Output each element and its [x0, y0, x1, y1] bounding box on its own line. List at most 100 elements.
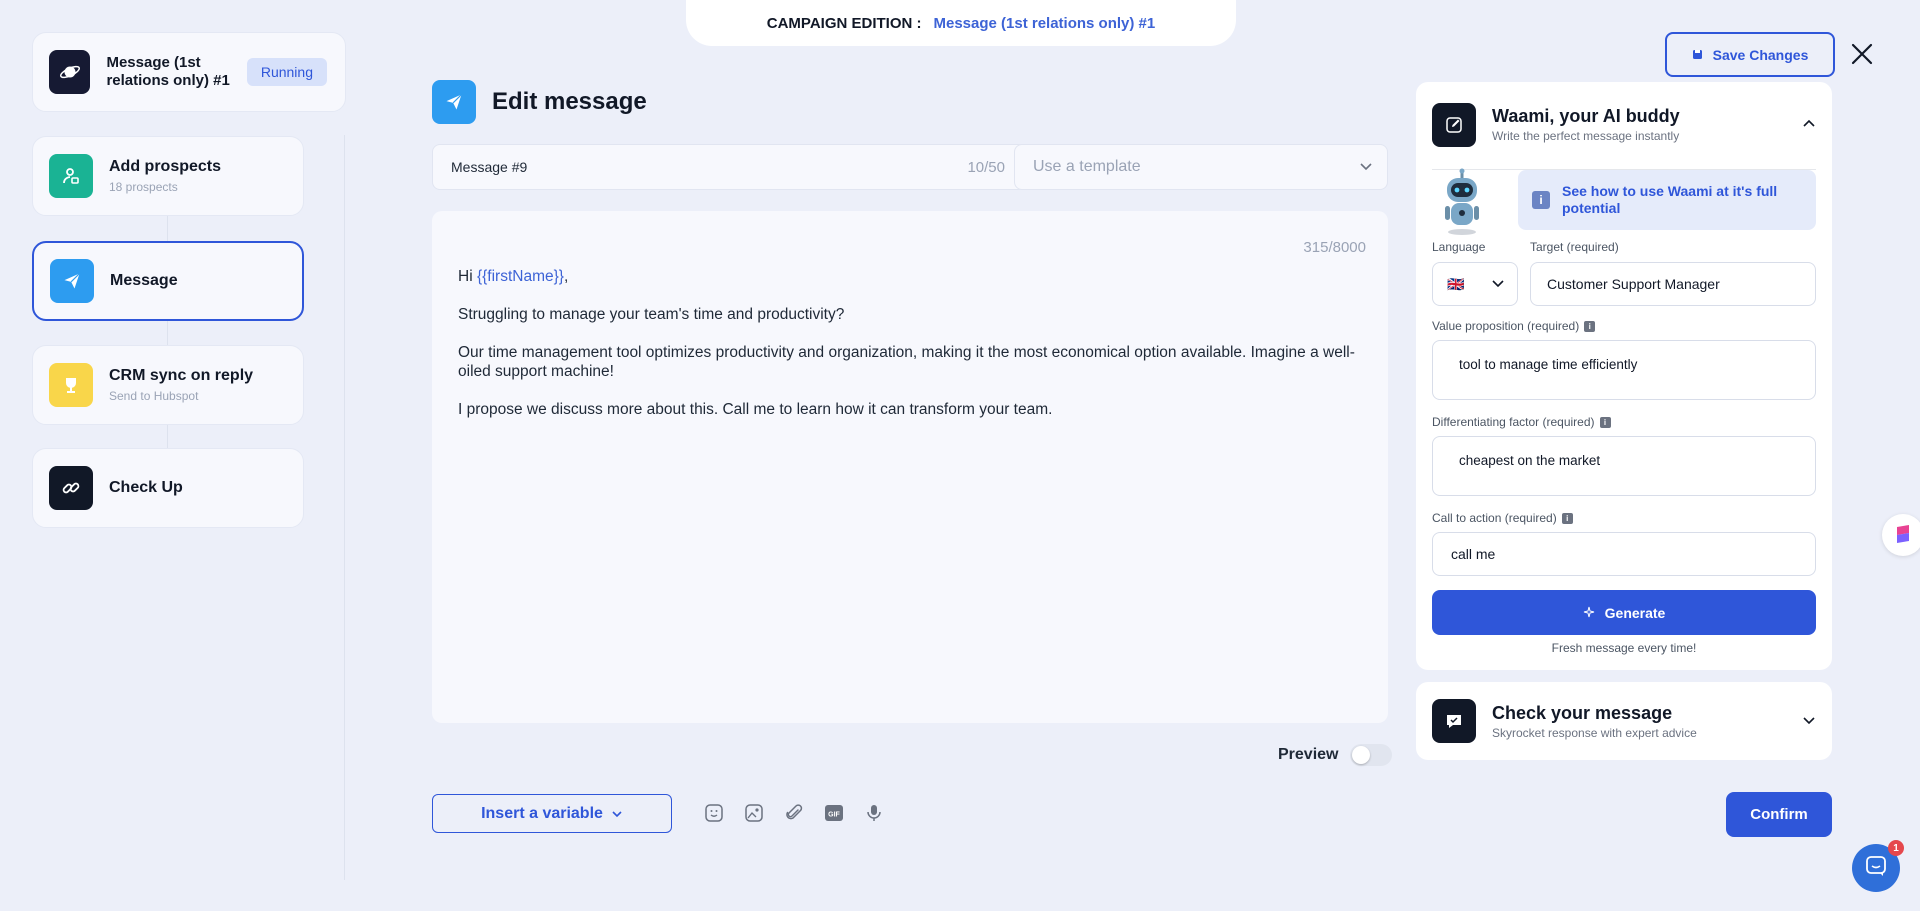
diff-value: cheapest on the market: [1459, 453, 1601, 468]
chevron-down-icon: [1491, 275, 1505, 293]
close-icon[interactable]: [1850, 42, 1874, 66]
chat-icon: [1865, 855, 1887, 882]
chat-check-icon: [1432, 699, 1476, 743]
insert-variable-button[interactable]: Insert a variable: [432, 794, 672, 833]
step-subtitle: 18 prospects: [109, 180, 178, 194]
svg-text:GIF: GIF: [828, 812, 840, 819]
preview-toggle[interactable]: [1350, 744, 1393, 766]
generate-button[interactable]: Generate: [1432, 590, 1816, 635]
message-paragraph: Our time management tool optimizes produ…: [458, 344, 1355, 380]
message-body-editor[interactable]: 315/8000 Hi {{firstName}}, Struggling to…: [432, 211, 1388, 723]
save-changes-label: Save Changes: [1712, 46, 1809, 63]
chevron-down-icon: [611, 805, 623, 823]
generate-hint: Fresh message every time!: [1551, 641, 1697, 655]
user-add-icon: [49, 154, 93, 198]
campaign-card[interactable]: Message (1st relations only) #1 Running: [32, 32, 346, 112]
generate-label: Generate: [1604, 604, 1666, 621]
step-title: Add prospects: [109, 158, 222, 175]
sidebar-divider: [344, 135, 345, 880]
template-placeholder: Use a template: [1033, 158, 1141, 175]
waami-panel: Waami, your AI buddy Write the perfect m…: [1416, 82, 1832, 670]
target-label: Target (required): [1530, 240, 1619, 254]
sidebar-step-crm-sync[interactable]: CRM sync on reply Send to Hubspot: [32, 345, 304, 425]
notification-badge: 1: [1888, 840, 1904, 856]
editor-toolbar: GIF: [704, 803, 884, 828]
info-icon: i: [1561, 513, 1573, 525]
save-icon: [1692, 47, 1703, 63]
sidebar-step-message[interactable]: Message: [32, 241, 304, 321]
waami-info-link[interactable]: i See how to use Waami at it's full pote…: [1518, 170, 1816, 230]
microphone-icon[interactable]: [864, 803, 884, 828]
chevron-up-icon[interactable]: [1802, 116, 1816, 134]
template-select[interactable]: Use a template: [1014, 144, 1388, 190]
message-name-count: 10/50: [967, 158, 1005, 176]
sidebar-step-add-prospects[interactable]: Add prospects 18 prospects: [32, 136, 304, 216]
edit-icon: [1432, 102, 1476, 147]
trophy-icon: [49, 363, 93, 407]
uk-flag-icon: 🇬🇧: [1447, 275, 1465, 292]
greeting-end: ,: [563, 268, 569, 285]
preview-toggle-group: Preview: [1278, 744, 1393, 766]
status-badge: Running: [246, 58, 327, 86]
diff-input[interactable]: cheapest on the market: [1432, 436, 1816, 496]
save-changes-button[interactable]: Save Changes: [1665, 32, 1835, 77]
step-connector: [167, 214, 168, 242]
check-subtitle: Skyrocket response with expert advice: [1492, 725, 1697, 740]
send-icon: [432, 80, 476, 124]
header-campaign-name: Message (1st relations only) #1: [933, 14, 1156, 32]
greeting-line: Hi {{firstName}},: [458, 267, 1362, 286]
check-title: Check your message: [1492, 702, 1673, 723]
campaign-header: CAMPAIGN EDITION : Message (1st relation…: [686, 0, 1236, 46]
page-title: Edit message: [492, 88, 647, 115]
diff-label: Differentiating factor (required) i: [1432, 415, 1611, 429]
chevron-down-icon: [1359, 158, 1373, 176]
step-title: Message: [110, 272, 178, 289]
attachment-icon[interactable]: [784, 803, 804, 828]
link-icon: [49, 466, 93, 510]
message-name-value: Message #9: [451, 159, 528, 175]
campaign-title: Message (1st relations only) #1: [106, 54, 230, 89]
language-select[interactable]: 🇬🇧: [1432, 262, 1518, 306]
send-icon: [50, 259, 94, 303]
target-input[interactable]: Customer Support Manager: [1530, 262, 1816, 306]
robot-icon: [1442, 168, 1482, 236]
image-icon[interactable]: [744, 803, 764, 828]
waami-subtitle: Write the perfect message instantly: [1492, 129, 1680, 143]
step-title: Check Up: [109, 479, 183, 496]
cta-label: Call to action (required) i: [1432, 511, 1573, 525]
confirm-button[interactable]: Confirm: [1726, 792, 1832, 837]
check-message-panel[interactable]: Check your message Skyrocket response wi…: [1416, 682, 1832, 760]
firstname-variable[interactable]: {{firstName}}: [477, 268, 564, 285]
step-connector: [167, 320, 168, 348]
sparkle-icon: [1583, 605, 1595, 621]
chat-support-button[interactable]: 1: [1852, 840, 1904, 892]
message-name-field[interactable]: Message #9 10/50: [432, 144, 1026, 190]
sidebar-step-check-up[interactable]: Check Up: [32, 448, 304, 528]
step-title: CRM sync on reply: [109, 367, 254, 384]
message-paragraph: Struggling to manage your team's time an…: [458, 306, 845, 323]
message-paragraph: I propose we discuss more about this. Ca…: [458, 401, 1053, 418]
insert-variable-label: Insert a variable: [481, 804, 603, 822]
preview-label: Preview: [1278, 746, 1339, 763]
cta-input[interactable]: call me: [1432, 532, 1816, 576]
value-prop-label: Value proposition (required) i: [1432, 319, 1596, 333]
waami-header[interactable]: Waami, your AI buddy Write the perfect m…: [1432, 96, 1816, 170]
extension-icon[interactable]: [1882, 514, 1920, 556]
info-icon: i: [1584, 321, 1596, 333]
info-icon: i: [1599, 417, 1611, 429]
chevron-down-icon[interactable]: [1802, 712, 1816, 730]
value-prop-value: tool to manage time efficiently: [1459, 357, 1638, 372]
planet-icon: [49, 50, 91, 94]
waami-title: Waami, your AI buddy: [1492, 106, 1680, 126]
char-count: 315/8000: [1303, 239, 1366, 256]
info-link-text: See how to use Waami at it's full potent…: [1562, 183, 1778, 216]
step-subtitle: Send to Hubspot: [109, 389, 199, 403]
greeting-text: Hi: [458, 268, 477, 285]
header-prefix: CAMPAIGN EDITION :: [766, 14, 922, 32]
target-value: Customer Support Manager: [1547, 276, 1720, 292]
value-prop-input[interactable]: tool to manage time efficiently: [1432, 340, 1816, 400]
emoji-icon[interactable]: [704, 803, 724, 828]
info-icon: i: [1532, 191, 1550, 209]
editor-header: Edit message: [432, 80, 647, 124]
gif-icon[interactable]: GIF: [824, 803, 844, 828]
